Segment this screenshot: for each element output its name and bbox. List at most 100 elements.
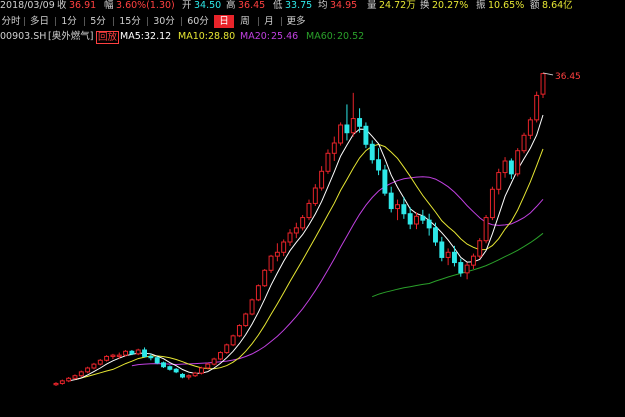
candle-body — [287, 232, 293, 243]
candle — [534, 91, 540, 123]
candle-body — [72, 375, 78, 379]
candle — [293, 222, 299, 239]
candle — [104, 355, 110, 362]
candle-body — [104, 355, 110, 361]
candle-body — [173, 368, 179, 373]
tab-15min[interactable]: 15分 — [116, 15, 144, 28]
candle — [243, 312, 249, 327]
stock-code: 00903.SH — [0, 31, 47, 42]
candle-body — [161, 362, 166, 368]
candle-body — [97, 359, 103, 365]
candle — [91, 362, 97, 370]
ma60-value: 20.52 — [337, 31, 365, 42]
candle — [515, 148, 521, 177]
candle — [154, 356, 160, 365]
candle — [540, 72, 546, 98]
candle — [199, 366, 204, 375]
tab-60min[interactable]: 60分 — [184, 15, 212, 28]
amplitude-label: 振 — [476, 0, 486, 11]
volume-label: 量 — [367, 0, 377, 11]
candle — [274, 243, 280, 262]
tab-monthly[interactable]: 月 — [260, 15, 278, 28]
ma20-line — [131, 176, 544, 367]
ma20-value: 25.46 — [271, 31, 299, 42]
amount-label: 额 — [530, 0, 540, 11]
open-value: 34.50 — [194, 0, 222, 11]
candle-body — [319, 170, 325, 189]
candle-body — [527, 119, 533, 136]
candle — [249, 298, 255, 316]
amount-value: 8.64亿 — [542, 0, 573, 11]
tab-more[interactable]: 更多 — [283, 15, 309, 28]
candle — [287, 229, 293, 246]
candle-body — [395, 204, 400, 210]
candlestick-chart[interactable]: 36.45 — [0, 45, 625, 417]
candle — [281, 239, 287, 257]
candle — [123, 350, 129, 357]
open-label: 开 — [182, 0, 192, 11]
candle-body — [534, 94, 540, 121]
candle-body — [192, 372, 198, 377]
avg-label: 均 — [318, 0, 328, 11]
candle-body — [142, 349, 148, 357]
candle — [338, 122, 344, 146]
high-label: 高 — [226, 0, 236, 11]
tab-1min[interactable]: 1分 — [58, 15, 80, 28]
candle — [477, 238, 483, 259]
candle-body — [211, 358, 217, 365]
candle-body — [186, 375, 192, 378]
candle — [224, 343, 230, 354]
ma60-line — [372, 232, 544, 298]
candle — [426, 213, 432, 236]
tab-multi-day[interactable]: 多日 — [27, 15, 52, 28]
tab-30min[interactable]: 30分 — [150, 15, 178, 28]
candle — [344, 104, 350, 141]
tab-realtime[interactable]: 分时 — [0, 15, 22, 28]
candle-body — [477, 240, 483, 257]
candle — [255, 284, 261, 302]
tab-weekly[interactable]: 周 — [236, 15, 254, 28]
candle-body — [445, 251, 451, 258]
tab-daily[interactable]: 日 — [214, 15, 234, 28]
candle-body — [306, 202, 312, 219]
candle — [496, 168, 502, 195]
candle-body — [300, 217, 306, 229]
replay-tag[interactable]: 回放 — [96, 31, 120, 44]
candle-body — [148, 355, 154, 359]
candle — [414, 212, 419, 230]
avg-value: 34.95 — [330, 0, 358, 11]
candle-body — [407, 213, 413, 225]
candle — [161, 361, 166, 368]
candle — [97, 359, 103, 366]
candle-body — [224, 344, 230, 354]
candle — [451, 245, 457, 267]
candle — [85, 366, 91, 374]
candle-body — [350, 118, 356, 134]
candle-body — [458, 262, 464, 274]
candle-body — [262, 269, 268, 287]
ma60-label: MA60: — [306, 31, 336, 42]
period-tabs: 分时 多日 1分 5分 15分 30分 60分 日 周 月 更多 — [0, 15, 625, 28]
candle-body — [249, 299, 255, 315]
candle — [464, 262, 470, 280]
candle-body — [78, 371, 84, 377]
candle-body — [388, 192, 394, 210]
candle — [521, 132, 527, 154]
candle-body — [489, 188, 495, 219]
candle — [527, 117, 533, 140]
candle-body — [53, 382, 59, 386]
candle — [268, 254, 274, 273]
candle — [325, 149, 331, 174]
ma20-label: MA20: — [240, 31, 270, 42]
candle-body — [66, 377, 72, 382]
candle-body — [426, 219, 432, 229]
candle — [433, 222, 438, 246]
candle-body — [205, 363, 211, 369]
quote-bar: 2018/03/09 收 36.91 幅 3.60%(1.30) 开 34.50… — [0, 0, 625, 14]
tab-5min[interactable]: 5分 — [87, 15, 109, 28]
candle — [53, 382, 59, 386]
candle — [262, 269, 268, 287]
candle-body — [116, 354, 122, 357]
candle — [306, 199, 312, 221]
change-label: 幅 — [104, 0, 114, 11]
